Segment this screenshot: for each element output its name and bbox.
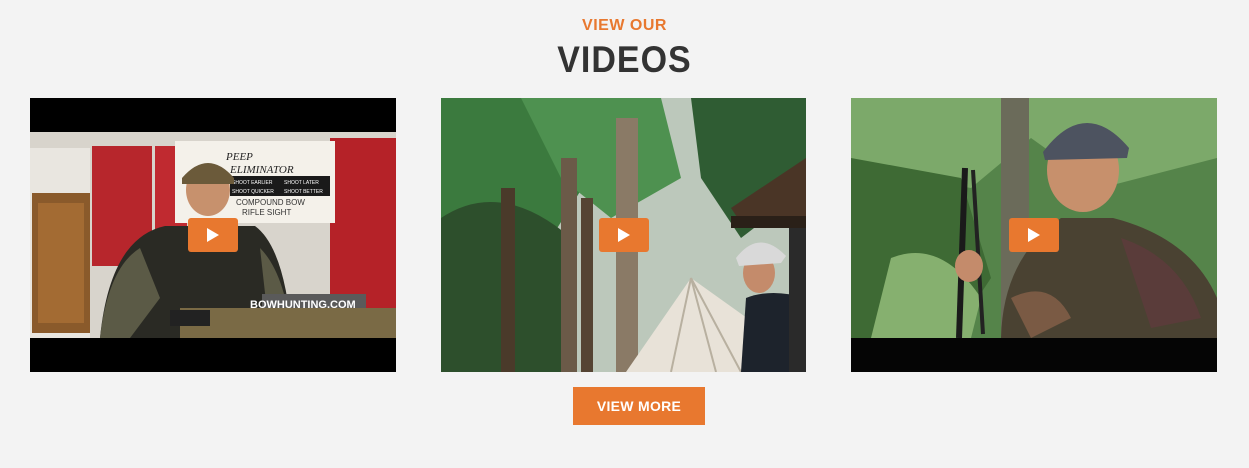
banner-tag1: SHOOT EARLIER — [232, 180, 273, 186]
banner-tag3: SHOOT QUICKER — [232, 189, 274, 195]
banner-sub2: RIFLE SIGHT — [242, 208, 291, 217]
banner-line2: ELIMINATOR — [229, 164, 294, 176]
banner-sub1: COMPOUND BOW — [236, 198, 305, 207]
play-icon — [617, 228, 630, 242]
video-card-2[interactable] — [441, 98, 806, 372]
play-button-3[interactable] — [1009, 218, 1059, 252]
play-icon — [207, 228, 219, 242]
play-icon — [1028, 228, 1040, 242]
video-card-3[interactable] — [851, 98, 1217, 372]
play-button-1[interactable] — [188, 218, 238, 252]
banner-tag2: SHOOT LATER — [284, 180, 319, 186]
banner-tag4: SHOOT BETTER — [284, 189, 323, 195]
play-button-2[interactable] — [598, 218, 649, 252]
view-more-button[interactable]: VIEW MORE — [573, 387, 705, 425]
section-eyebrow: VIEW OUR — [582, 17, 667, 34]
video-watermark: BOWHUNTING.COM — [250, 299, 356, 311]
video-card-1[interactable]: PEEP ELIMINATOR SHOOT EARLIER SHOOT LATE… — [30, 98, 396, 372]
banner-line1: PEEP — [225, 151, 253, 163]
section-title: VIDEOS — [557, 39, 692, 81]
